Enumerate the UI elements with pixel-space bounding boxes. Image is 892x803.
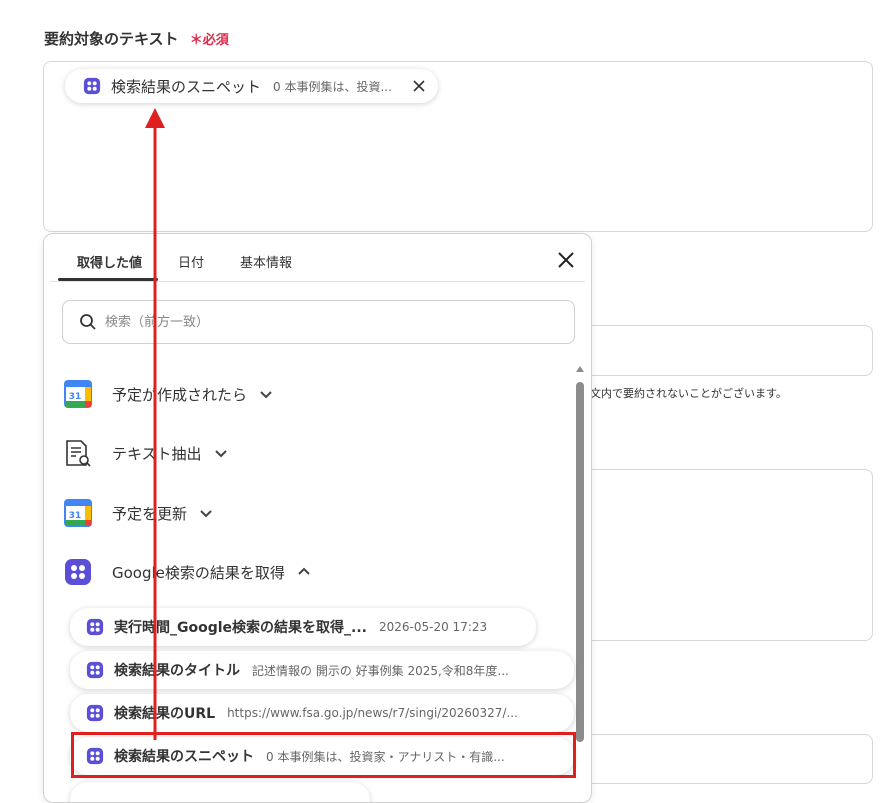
google-calendar-icon: 31 [64, 380, 92, 408]
search-box[interactable] [62, 300, 575, 344]
chevron-up-icon [298, 567, 310, 575]
tab-acquired-values[interactable]: 取得した値 [77, 252, 142, 271]
chip-remove-icon[interactable] [412, 79, 426, 93]
chip-title: 検索結果のスニペット [111, 77, 262, 96]
yoom-icon [65, 559, 91, 585]
document-search-icon [66, 440, 91, 467]
field-label: 要約対象のテキスト ＊必須 [44, 28, 229, 49]
annotation-arrow [145, 108, 165, 740]
chevron-down-icon [200, 510, 212, 518]
value-item-next-partial[interactable] [70, 782, 370, 802]
svg-text:31: 31 [69, 392, 82, 402]
tab-date[interactable]: 日付 [178, 252, 204, 271]
yoom-icon [83, 77, 101, 95]
inserted-value-chip[interactable]: 検索結果のスニペット 0 本事例集は、投資... [65, 69, 438, 103]
background-input-3[interactable] [560, 734, 873, 784]
group-event-updated[interactable]: 31 予定を更新 [64, 499, 213, 527]
yoom-icon [86, 661, 104, 679]
scrollbar-up-arrow[interactable] [576, 366, 584, 372]
field-note: 文内で要約されないことがございます。 [590, 387, 787, 400]
field-label-text: 要約対象のテキスト [44, 30, 179, 48]
group-title: Google検索の結果を取得 [112, 563, 285, 582]
scrollbar-thumb[interactable] [576, 382, 584, 742]
chip-value: 0 本事例集は、投資... [273, 79, 392, 94]
yoom-icon [86, 618, 104, 636]
value-picker-panel: 取得した値 日付 基本情報 31 予定が作成されたら [43, 233, 592, 803]
group-title: 予定が作成されたら [112, 385, 248, 404]
item-value: 記述情報の 開示の 好事例集 2025,令和8年度... [252, 663, 509, 678]
item-value: https://www.fsa.go.jp/news/r7/singi/2026… [227, 706, 518, 720]
group-google-search[interactable]: Google検索の結果を取得 [64, 558, 311, 586]
close-icon[interactable] [557, 251, 575, 269]
tabs-divider [50, 281, 585, 282]
item-title: 検索結果のタイトル [114, 663, 240, 679]
background-textarea-2[interactable] [560, 469, 873, 641]
chevron-down-icon [214, 450, 227, 458]
tab-basic-info[interactable]: 基本情報 [240, 252, 292, 271]
chevron-down-icon [260, 391, 272, 399]
svg-text:31: 31 [69, 511, 82, 521]
background-input-1[interactable] [560, 325, 873, 376]
google-calendar-icon: 31 [64, 499, 92, 527]
yoom-icon [86, 704, 104, 722]
search-icon [80, 314, 96, 330]
item-value: 2026-05-20 17:23 [379, 620, 488, 634]
required-badge: ＊必須 [189, 33, 229, 48]
